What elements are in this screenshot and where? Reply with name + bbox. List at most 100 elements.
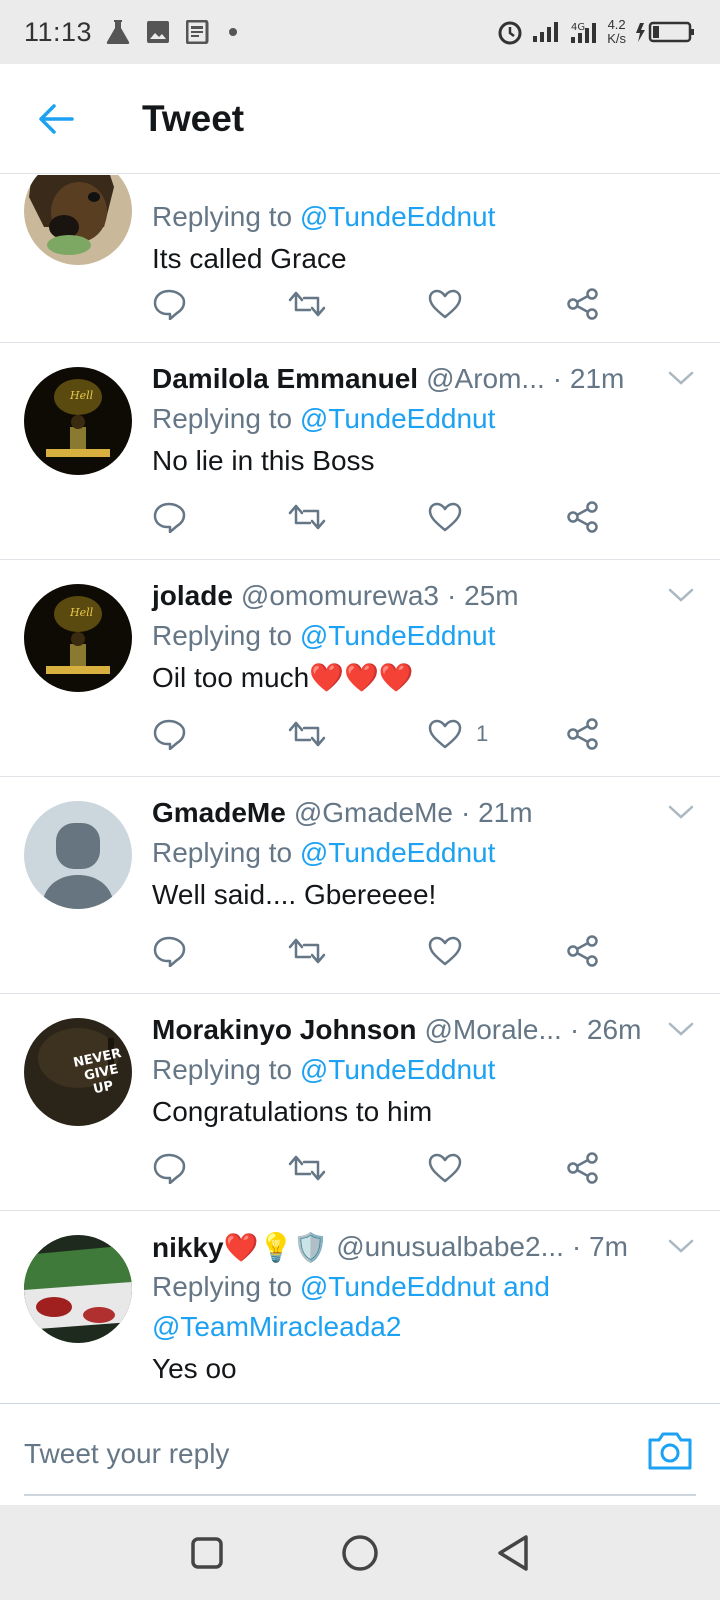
retweet-button[interactable] xyxy=(288,284,326,324)
reply-icon xyxy=(153,289,186,320)
like-icon xyxy=(428,289,462,319)
tweet-item[interactable]: Hell Damilola Emmanuel @Arom... · 21m Re… xyxy=(0,343,720,560)
chevron-down-icon xyxy=(668,588,694,602)
like-button[interactable] xyxy=(428,497,462,537)
retweet-button[interactable] xyxy=(288,1148,326,1188)
user-name[interactable]: Morakinyo Johnson xyxy=(152,1014,416,1046)
recents-button[interactable] xyxy=(177,1523,237,1583)
avatar[interactable]: Hell xyxy=(24,367,132,475)
reply-bar xyxy=(0,1403,720,1505)
mention-link[interactable]: @TundeEddnut xyxy=(300,403,496,434)
lab-flask-icon xyxy=(106,20,130,44)
square-icon xyxy=(190,1536,223,1569)
avatar-image xyxy=(24,1235,132,1343)
avatar[interactable] xyxy=(24,801,132,909)
reply-icon xyxy=(153,502,186,533)
reply-button[interactable] xyxy=(152,497,186,537)
status-bar: 11:13 4G 4.2 K/s xyxy=(0,0,720,64)
mention-link[interactable]: @TundeEddnut xyxy=(300,620,496,651)
tweet-header: Morakinyo Johnson @Morale... · 26m xyxy=(152,1010,700,1050)
replies-feed[interactable]: Replying to @TundeEddnut Its called Grac… xyxy=(0,175,720,1403)
tweet-item[interactable]: nikky❤️💡🛡️ @unusualbabe2... · 7m Replyin… xyxy=(0,1211,720,1403)
tweet-header: GmadeMe @GmadeMe · 21m xyxy=(152,793,700,833)
retweet-button[interactable] xyxy=(288,931,326,971)
reply-icon xyxy=(153,719,186,750)
tweet-header: Damilola Emmanuel @Arom... · 21m xyxy=(152,359,700,399)
user-handle[interactable]: @GmadeMe xyxy=(294,797,453,829)
svg-text:Hell: Hell xyxy=(69,606,94,619)
back-nav-button[interactable] xyxy=(483,1523,543,1583)
avatar[interactable] xyxy=(24,175,132,265)
reply-button[interactable] xyxy=(152,714,186,754)
tweet-text: Oil too much❤️❤️❤️ xyxy=(152,662,414,693)
avatar[interactable]: Hell xyxy=(24,584,132,692)
reply-input-underline xyxy=(24,1494,696,1496)
user-handle[interactable]: @omomurewa3 xyxy=(241,580,439,612)
tweet-actions xyxy=(152,284,622,324)
circle-icon xyxy=(342,1534,378,1571)
mention-link[interactable]: @TundeEddnut xyxy=(300,837,496,868)
reply-button[interactable] xyxy=(152,1148,186,1188)
share-button[interactable] xyxy=(566,931,600,971)
like-button[interactable] xyxy=(428,284,462,324)
tweet-actions xyxy=(152,497,622,537)
mention-link[interactable]: @TundeEddnut xyxy=(300,201,496,232)
system-nav-bar xyxy=(0,1505,720,1600)
user-handle[interactable]: @unusualbabe2... xyxy=(336,1231,564,1263)
like-button[interactable] xyxy=(428,1148,462,1188)
back-button[interactable] xyxy=(26,89,86,149)
user-name[interactable]: nikky❤️💡🛡️ xyxy=(152,1231,328,1264)
share-icon xyxy=(567,501,598,533)
like-button[interactable] xyxy=(428,931,462,971)
tweet-options-button[interactable] xyxy=(666,1014,696,1044)
retweet-icon xyxy=(288,938,326,964)
tweet-options-button[interactable] xyxy=(666,363,696,393)
reply-input[interactable] xyxy=(24,1432,604,1476)
tweet-actions: 1 xyxy=(152,714,622,754)
chevron-down-icon xyxy=(668,805,694,819)
mention-link[interactable]: @TeamMiracleada2 xyxy=(152,1311,401,1342)
tweet-header: jolade @omomurewa3 · 25m xyxy=(152,576,700,616)
tweet-item[interactable]: GmadeMe @GmadeMe · 21m Replying to @Tund… xyxy=(0,777,720,994)
mention-link[interactable]: @TundeEddnut and xyxy=(300,1271,550,1302)
share-button[interactable] xyxy=(566,284,600,324)
camera-button[interactable] xyxy=(646,1430,696,1476)
retweet-button[interactable] xyxy=(288,497,326,537)
tweet-item[interactable]: NEVER GIVE UP Morakinyo Johnson @Morale.… xyxy=(0,994,720,1211)
like-icon xyxy=(428,1153,462,1183)
user-handle[interactable]: @Morale... xyxy=(424,1014,561,1046)
triangle-back-icon xyxy=(498,1534,529,1571)
like-icon xyxy=(428,502,462,532)
reply-button[interactable] xyxy=(152,931,186,971)
user-name[interactable]: Damilola Emmanuel xyxy=(152,363,418,395)
tweet-item[interactable]: Hell jolade @omomurewa3 · 25m Replying t… xyxy=(0,560,720,777)
like-button[interactable]: 1 xyxy=(428,714,488,754)
reply-icon xyxy=(153,1153,186,1184)
tweet-options-button[interactable] xyxy=(666,1231,696,1261)
tweet-item[interactable]: Replying to @TundeEddnut Its called Grac… xyxy=(0,175,720,343)
share-button[interactable] xyxy=(566,497,600,537)
user-name[interactable]: jolade xyxy=(152,580,233,612)
retweet-button[interactable] xyxy=(288,714,326,754)
tweet-time: · 21m xyxy=(552,363,625,394)
share-button[interactable] xyxy=(566,714,600,754)
share-button[interactable] xyxy=(566,1148,600,1188)
avatar[interactable] xyxy=(24,1235,132,1343)
avatar[interactable]: NEVER GIVE UP xyxy=(24,1018,132,1126)
avatar-image: Hell xyxy=(24,584,132,692)
reply-button[interactable] xyxy=(152,284,186,324)
user-handle[interactable]: @Arom... xyxy=(426,363,545,395)
replying-to: Replying to @TundeEddnut xyxy=(152,403,496,434)
tweet-body: GmadeMe @GmadeMe · 21m Replying to @Tund… xyxy=(152,793,700,917)
tweet-options-button[interactable] xyxy=(666,580,696,610)
tweet-options-button[interactable] xyxy=(666,797,696,827)
tweet-body: Replying to @TundeEddnut Its called Grac… xyxy=(152,175,700,281)
battery-icon xyxy=(636,21,694,43)
retweet-icon xyxy=(288,721,326,747)
tweet-header: nikky❤️💡🛡️ @unusualbabe2... · 7m xyxy=(152,1227,700,1267)
home-button[interactable] xyxy=(330,1523,390,1583)
alarm-icon xyxy=(498,21,522,45)
mention-link[interactable]: @TundeEddnut xyxy=(300,1054,496,1085)
user-name[interactable]: GmadeMe xyxy=(152,797,286,829)
tweet-body: jolade @omomurewa3 · 25m Replying to @Tu… xyxy=(152,576,700,700)
